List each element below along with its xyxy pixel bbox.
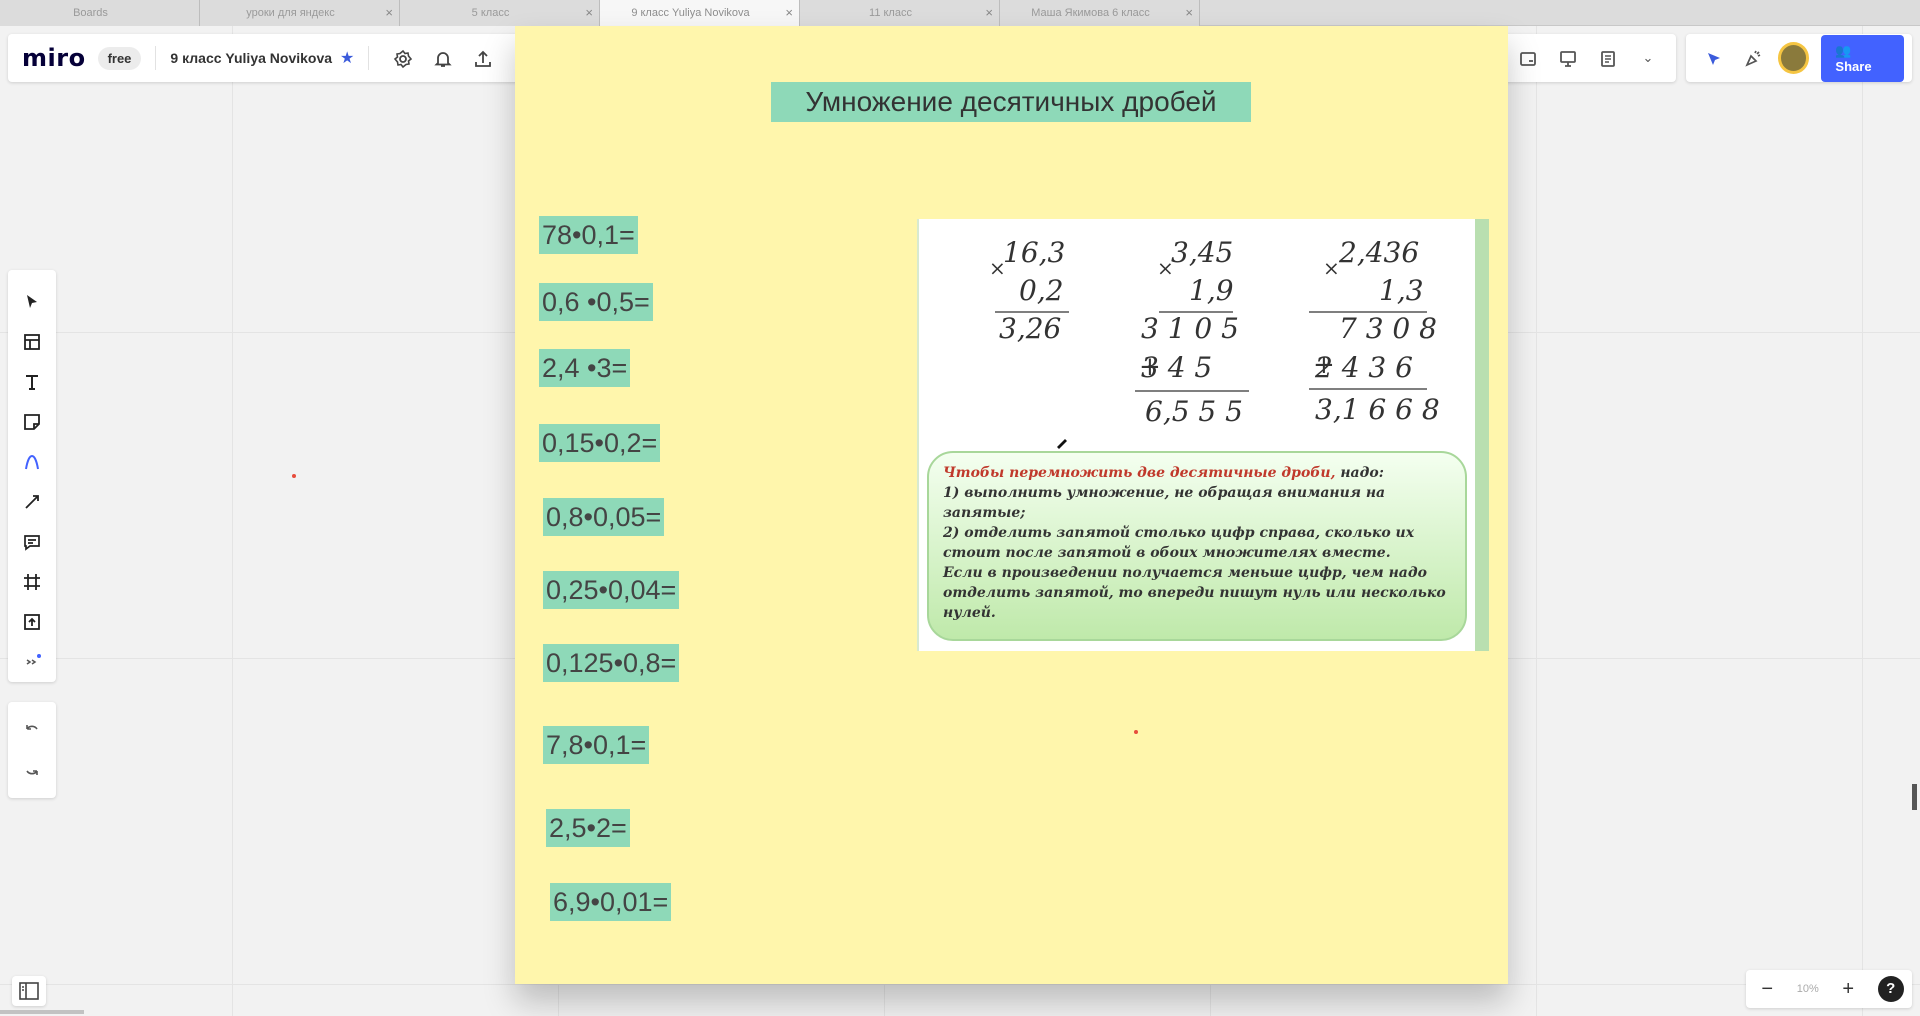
rule-intro-tail: надо:	[1335, 465, 1384, 481]
exercise-note[interactable]: 78•0,1=	[539, 216, 638, 254]
tab-grade-11[interactable]: 11 класс ×	[800, 0, 1000, 26]
upload-icon[interactable]	[12, 602, 52, 642]
chevron-down-icon[interactable]: ⌄	[1628, 50, 1668, 66]
board-frame[interactable]: Умножение десятичных дробей 78•0,1= 0,6 …	[515, 26, 1508, 984]
tab-label: 11 класс	[869, 7, 912, 19]
frame-icon[interactable]	[12, 562, 52, 602]
factor-b: 1,9	[1189, 274, 1234, 307]
factor-b: 0,2	[1019, 274, 1064, 307]
redo-icon[interactable]	[12, 750, 52, 790]
divider	[155, 46, 157, 70]
tab-masha[interactable]: Маша Якимова 6 класс ×	[1000, 0, 1200, 26]
tab-grade-9[interactable]: 9 класс Yuliya Novikova ×	[600, 0, 800, 26]
multiplication-examples: × 16,3 0,2 3,26 × 3,45 1,9 + 3 1 0 5 3 4…	[989, 236, 1440, 449]
close-icon[interactable]: ×	[585, 0, 593, 26]
comment-icon[interactable]	[12, 522, 52, 562]
connection-line-icon[interactable]	[12, 482, 52, 522]
notes-icon[interactable]	[1588, 47, 1628, 68]
sticky-note-icon[interactable]	[12, 402, 52, 442]
exercise-note[interactable]: 0,25•0,04=	[543, 571, 680, 609]
rule-line: Если в произведении получается меньше ци…	[943, 565, 1446, 621]
zoom-out-button[interactable]: −	[1754, 978, 1780, 1001]
share-button[interactable]: 👥 Share	[1821, 34, 1905, 82]
times-sign: ×	[1323, 256, 1340, 280]
horizontal-scrollbar[interactable]	[0, 1010, 84, 1014]
avatar[interactable]	[1778, 42, 1810, 74]
undo-icon[interactable]	[12, 710, 52, 750]
miro-logo[interactable]: miro	[22, 44, 86, 72]
reaction-icon[interactable]	[1733, 47, 1772, 68]
zoom-in-button[interactable]: +	[1835, 978, 1861, 1001]
settings-icon[interactable]	[383, 47, 423, 68]
exercise-note[interactable]: 0,125•0,8=	[543, 644, 680, 682]
cursor-dot	[292, 474, 296, 478]
browser-tab-strip: Boards уроки для яндекс × 5 класс × 9 клас…	[0, 0, 1920, 26]
help-button[interactable]: ?	[1877, 976, 1904, 1002]
cursor-dot	[1134, 730, 1138, 734]
zoom-panel: − 10% + ?	[1746, 970, 1912, 1008]
star-icon[interactable]: ★	[340, 48, 354, 68]
exercise-note[interactable]: 7,8•0,1=	[543, 726, 650, 764]
exercise-note[interactable]: 2,5•2=	[546, 809, 630, 847]
upload-icon[interactable]	[463, 47, 503, 68]
textbook-image[interactable]: × 16,3 0,2 3,26 × 3,45 1,9 + 3 1 0 5 3 4…	[917, 219, 1489, 651]
undo-redo-panel	[8, 702, 56, 798]
sidebar-toggle-icon[interactable]	[12, 976, 46, 1006]
factor-a: 16,3	[1003, 236, 1065, 269]
zoom-level[interactable]: 10%	[1797, 983, 1819, 995]
partial-product: 3 1 0 5	[1141, 312, 1239, 345]
partial-product: 7 3 0 8	[1339, 312, 1437, 345]
tab-lessons[interactable]: уроки для яндекс ×	[200, 0, 400, 26]
plan-badge[interactable]: free	[97, 46, 142, 70]
tab-boards[interactable]: Boards	[0, 0, 200, 26]
tab-label: 9 класс Yuliya Novikova	[631, 7, 750, 19]
board-title-note[interactable]: Умножение десятичных дробей	[771, 82, 1251, 122]
cursor-follow-icon[interactable]	[1694, 47, 1733, 68]
board-name[interactable]: 9 класс Yuliya Novikova	[170, 50, 332, 66]
partial-product: 3 4 5	[1141, 351, 1212, 384]
tab-label: 5 класс	[471, 7, 510, 19]
left-toolbar	[8, 270, 56, 682]
product: 6,5 5 5	[1145, 395, 1243, 428]
product: 3,1 6 6 8	[1315, 393, 1440, 426]
exercise-note[interactable]: 0,15•0,2=	[539, 424, 661, 462]
partial-product: 2 4 3 6	[1314, 351, 1413, 384]
bell-icon[interactable]	[423, 47, 463, 68]
card-icon[interactable]	[1508, 47, 1548, 68]
close-icon[interactable]: ×	[785, 0, 793, 26]
pen-tool-icon[interactable]	[12, 442, 52, 482]
text-tool-icon[interactable]	[12, 362, 52, 402]
tab-label: Маша Якимова 6 класс	[1031, 7, 1150, 19]
templates-icon[interactable]	[12, 322, 52, 362]
factor-b: 1,3	[1379, 274, 1424, 307]
exercise-note[interactable]: 6,9•0,01=	[550, 883, 672, 921]
divider	[368, 46, 370, 70]
rule-line: 1) выполнить умножение, не обращая внима…	[943, 485, 1386, 521]
exercise-note[interactable]: 0,6 •0,5=	[539, 283, 653, 321]
factor-a: 2,436	[1338, 236, 1419, 269]
rule-box: Чтобы перемножить две десятичные дроби, …	[927, 451, 1467, 641]
tab-label: Boards	[73, 7, 108, 19]
factor-a: 3,45	[1171, 236, 1233, 269]
presentation-icon[interactable]	[1548, 47, 1588, 68]
close-icon[interactable]: ×	[385, 0, 393, 26]
select-tool-icon[interactable]	[12, 282, 52, 322]
vertical-scrollbar[interactable]	[1912, 784, 1917, 810]
product: 3,26	[999, 312, 1061, 345]
top-right-collab-panel: 👥 Share	[1686, 34, 1912, 82]
exercise-note[interactable]: 2,4 •3=	[539, 349, 631, 387]
rule-line: 2) отделить запятой столько цифр справа,…	[943, 525, 1415, 561]
more-tools-icon[interactable]	[12, 642, 52, 682]
tab-label: уроки для яндекс	[246, 7, 335, 19]
share-label: Share	[1835, 58, 1872, 74]
pen-cursor-icon	[1057, 439, 1067, 449]
exercise-note[interactable]: 0,8•0,05=	[543, 498, 665, 536]
rule-intro: Чтобы перемножить две десятичные дроби,	[943, 465, 1336, 481]
close-icon[interactable]: ×	[985, 0, 993, 26]
close-icon[interactable]: ×	[1185, 0, 1193, 26]
tab-grade-5[interactable]: 5 класс ×	[400, 0, 600, 26]
